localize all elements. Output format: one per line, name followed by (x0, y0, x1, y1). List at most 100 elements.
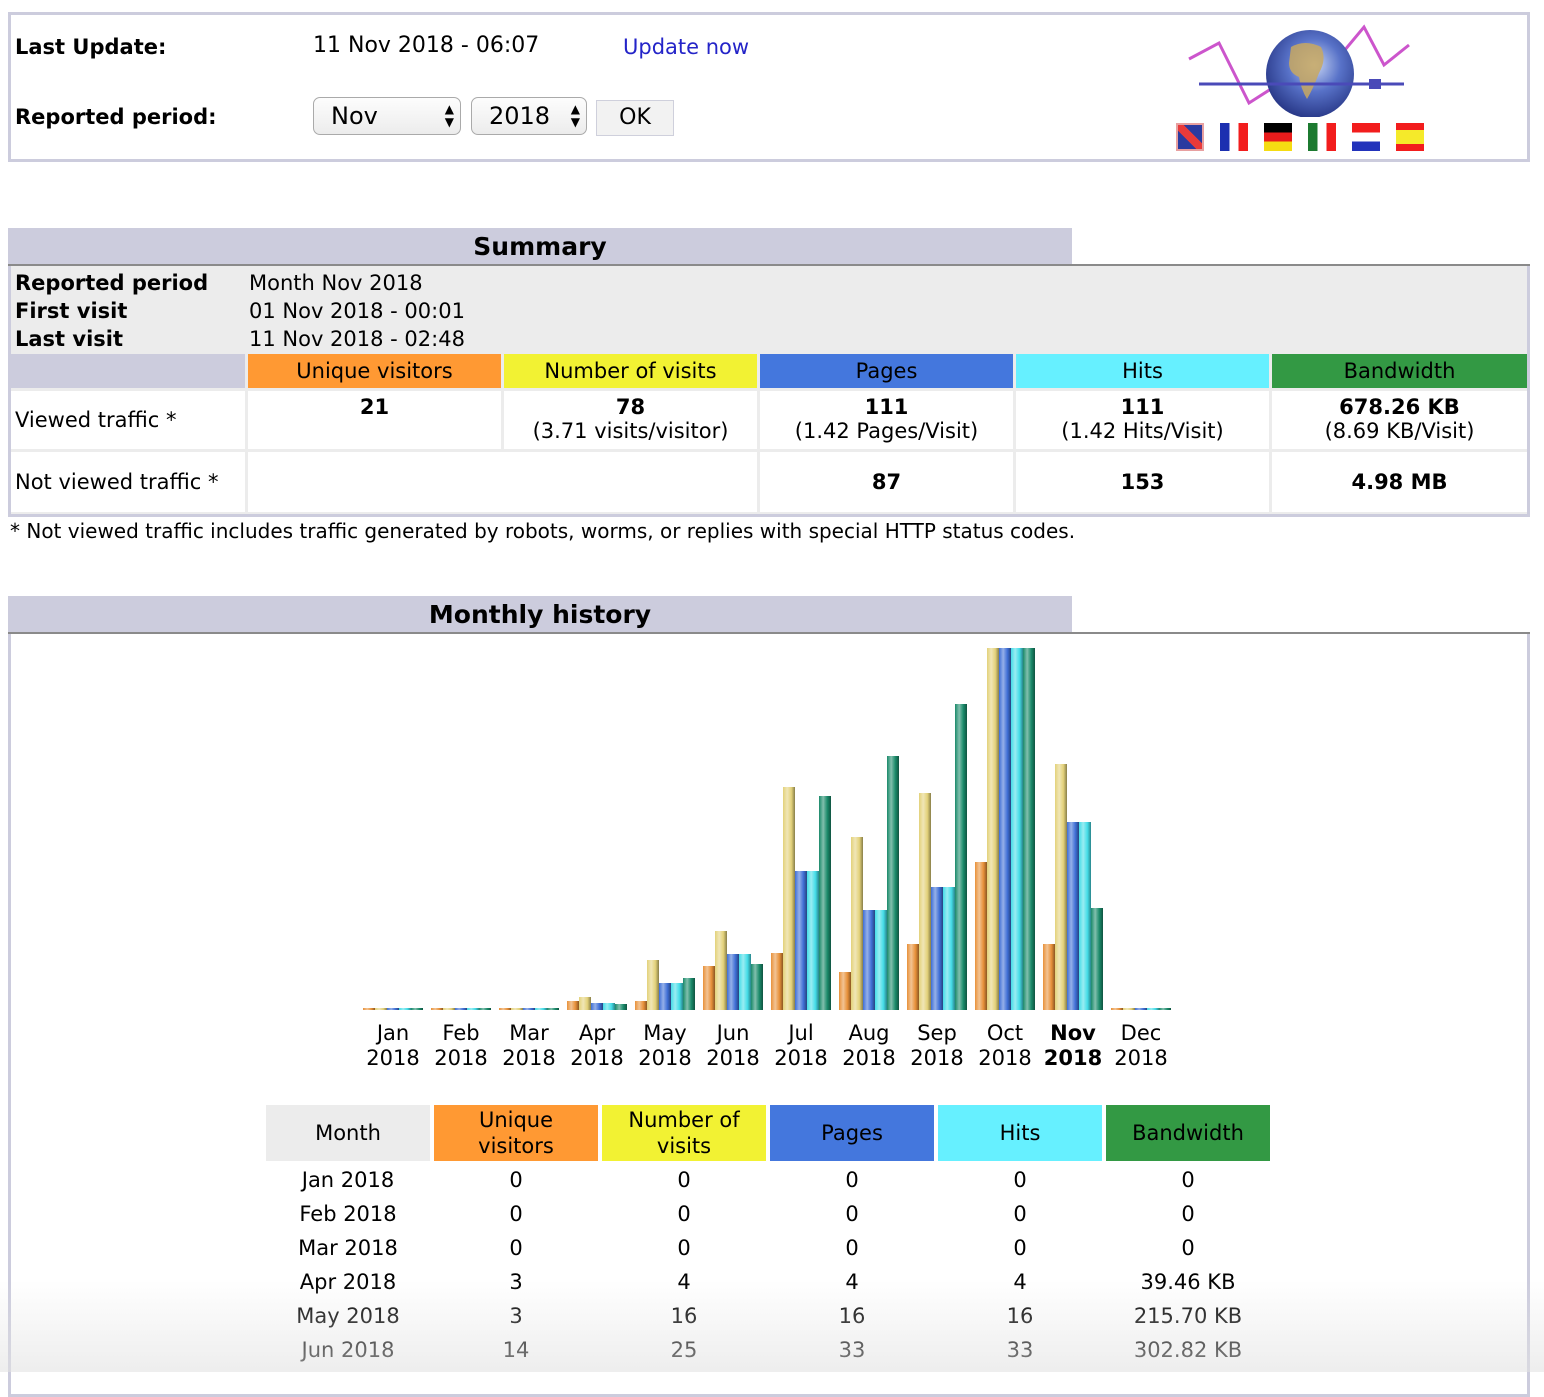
table-row: Mar 2018 0 0 0 0 0 (266, 1236, 1270, 1270)
not-viewed-traffic-label: Not viewed traffic * (11, 452, 245, 512)
bar-hits-jun (739, 954, 751, 1010)
german-flag-icon[interactable] (1264, 123, 1292, 151)
ratio: (1.42 Pages/Visit) (794, 419, 979, 443)
last-update-value: 11 Nov 2018 - 06:07 (313, 33, 540, 58)
bar-pages-jun (727, 954, 739, 1010)
monthly-history-chart: Jan2018Feb2018Mar2018Apr2018May2018Jun20… (363, 648, 1171, 1070)
header-panel: Last Update: 11 Nov 2018 - 06:07 Update … (8, 12, 1530, 162)
bar-bandwidth-kb-may (683, 978, 695, 1010)
cell-pages: 16 (838, 1304, 866, 1328)
bar-bandwidth-kb-jul (819, 796, 831, 1010)
not-viewed-pages: 87 (760, 452, 1013, 512)
value: 111 (1120, 395, 1165, 419)
header-unique-visitors: Unique visitors (248, 354, 501, 388)
bar-pages-dec (1135, 1008, 1147, 1010)
not-viewed-empty (248, 452, 757, 512)
bar-number-of-visits-nov (1055, 764, 1067, 1010)
bar-unique-visitors-may (635, 1001, 647, 1010)
cell-number-of-visits: 0 (677, 1168, 691, 1192)
select-arrows-icon: ▲ ▼ (444, 102, 454, 129)
month-select[interactable]: Nov ▲ ▼ (313, 97, 461, 135)
table-header-unique-visitors: Unique visitors (434, 1105, 598, 1161)
bar-number-of-visits-oct (987, 648, 999, 1010)
ok-button[interactable]: OK (596, 100, 674, 136)
bar-bandwidth-kb-mar (547, 1008, 559, 1010)
header-label: Month (315, 1121, 381, 1145)
x-tick-month-label: Sep (917, 1021, 957, 1045)
cell-bandwidth: 0 (1181, 1168, 1195, 1192)
header-label: Bandwidth (1132, 1121, 1244, 1145)
table-row: Feb 2018 0 0 0 0 0 (266, 1202, 1270, 1236)
bar-unique-visitors-feb (431, 1008, 443, 1010)
not-viewed-bandwidth: 4.98 MB (1272, 452, 1527, 512)
bar-pages-feb (455, 1008, 467, 1010)
italian-flag-icon[interactable] (1308, 123, 1336, 151)
x-tick-year-label: 2018 (706, 1046, 759, 1070)
x-tick-month-label: Nov (1050, 1021, 1096, 1045)
x-tick-month-label: Dec (1121, 1021, 1162, 1045)
year-select[interactable]: 2018 ▲ ▼ (471, 97, 587, 135)
viewed-unique-visitors: 21 (248, 391, 501, 449)
cell-unique-visitors: 14 (502, 1338, 530, 1362)
reported-period-label: Reported period: (15, 105, 217, 129)
x-tick-year-label: 2018 (774, 1046, 827, 1070)
cell-month: Jun 2018 (301, 1338, 395, 1362)
bar-number-of-visits-dec (1123, 1008, 1135, 1010)
table-header-bandwidth: Bandwidth (1106, 1105, 1270, 1161)
table-row: Jan 2018 0 0 0 0 0 (266, 1168, 1270, 1202)
english-flag-icon[interactable] (1176, 123, 1204, 151)
viewed-traffic-label: Viewed traffic * (11, 391, 245, 449)
awstats-globe-logo-icon (1188, 24, 1410, 117)
table-row: May 2018 3 16 16 16 215.70 KB (266, 1304, 1270, 1338)
last-visit-label: Last visit (15, 327, 124, 351)
value: 78 (615, 395, 646, 419)
cell-bandwidth: 0 (1181, 1202, 1195, 1226)
update-now-link[interactable]: Update now (623, 35, 749, 59)
bar-unique-visitors-apr (567, 1001, 579, 1010)
viewed-bandwidth: 678.26 KB (8.69 KB/Visit) (1272, 391, 1527, 449)
cell-pages: 0 (845, 1202, 859, 1226)
french-flag-icon[interactable] (1220, 123, 1248, 151)
table-header-hits: Hits (938, 1105, 1102, 1161)
viewed-hits: 111 (1.42 Hits/Visit) (1016, 391, 1269, 449)
x-tick-month-label: Aug (848, 1021, 889, 1045)
x-tick-year-label: 2018 (434, 1046, 487, 1070)
bar-pages-jul (795, 871, 807, 1010)
table-header-month: Month (266, 1105, 430, 1161)
spanish-flag-icon[interactable] (1396, 123, 1424, 151)
reported-period-label: Reported period (15, 271, 209, 295)
bar-number-of-visits-feb (443, 1008, 455, 1010)
header-number-of-visits: Number of visits (504, 354, 757, 388)
x-tick-year-label: 2018 (1044, 1046, 1102, 1070)
x-tick-month-label: May (643, 1021, 686, 1045)
bar-number-of-visits-mar (511, 1008, 523, 1010)
x-tick-year-label: 2018 (502, 1046, 555, 1070)
cell-month: May 2018 (296, 1304, 400, 1328)
value: 153 (1120, 470, 1165, 494)
value: 4.98 MB (1351, 470, 1448, 494)
value: 21 (359, 395, 390, 419)
bar-hits-sep (943, 887, 955, 1010)
first-visit-value: 01 Nov 2018 - 00:01 (249, 299, 465, 323)
cell-pages: 0 (845, 1168, 859, 1192)
bar-hits-aug (875, 910, 887, 1010)
last-update-label: Last Update: (15, 35, 167, 59)
bar-hits-jan (399, 1008, 411, 1010)
summary-title: Summary (8, 228, 1072, 266)
x-tick-month-label: Oct (987, 1021, 1023, 1045)
dutch-flag-icon[interactable] (1352, 123, 1380, 151)
value: 87 (871, 470, 902, 494)
bar-pages-sep (931, 887, 943, 1010)
x-tick-month-label: Jul (786, 1021, 813, 1045)
footnote: * Not viewed traffic includes traffic ge… (10, 519, 1076, 543)
cell-hits: 0 (1013, 1168, 1027, 1192)
bar-bandwidth-kb-apr (615, 1004, 627, 1010)
header-label: Hits (999, 1121, 1041, 1145)
bar-bandwidth-kb-dec (1159, 1008, 1171, 1010)
table-header-number-of-visits: Number of visits (602, 1105, 766, 1161)
monthly-history-title: Monthly history (8, 596, 1072, 634)
cell-unique-visitors: 3 (509, 1270, 523, 1294)
cell-hits: 0 (1013, 1236, 1027, 1260)
bar-bandwidth-kb-oct (1023, 648, 1035, 1010)
first-visit-label: First visit (15, 299, 128, 323)
